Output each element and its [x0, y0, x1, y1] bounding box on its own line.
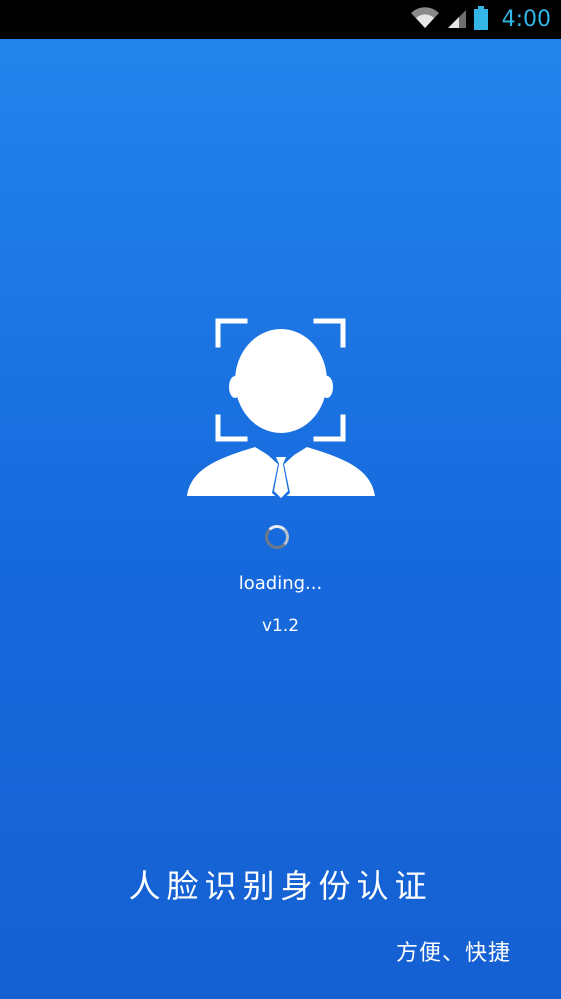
- loading-spinner-icon: [265, 525, 289, 549]
- status-bar: 4:00: [0, 0, 561, 39]
- wifi-icon: [410, 6, 440, 33]
- app-title: 人脸识别身份认证: [128, 867, 433, 905]
- status-icons: 4:00: [410, 0, 551, 39]
- battery-icon: [473, 5, 488, 34]
- splash-screen: 4:00 loading... v1.2 人脸识别身份认证 方便、快捷: [0, 0, 561, 999]
- splash-content: loading... v1.2 人脸识别身份认证 方便、快捷: [0, 39, 561, 999]
- cellular-signal-icon: [446, 7, 468, 33]
- loading-label: loading...: [238, 573, 323, 594]
- status-time: 4:00: [501, 7, 551, 32]
- version-label: v1.2: [261, 616, 300, 636]
- face-recognition-avatar-icon: [183, 317, 379, 503]
- app-subtitle: 方便、快捷: [395, 941, 511, 966]
